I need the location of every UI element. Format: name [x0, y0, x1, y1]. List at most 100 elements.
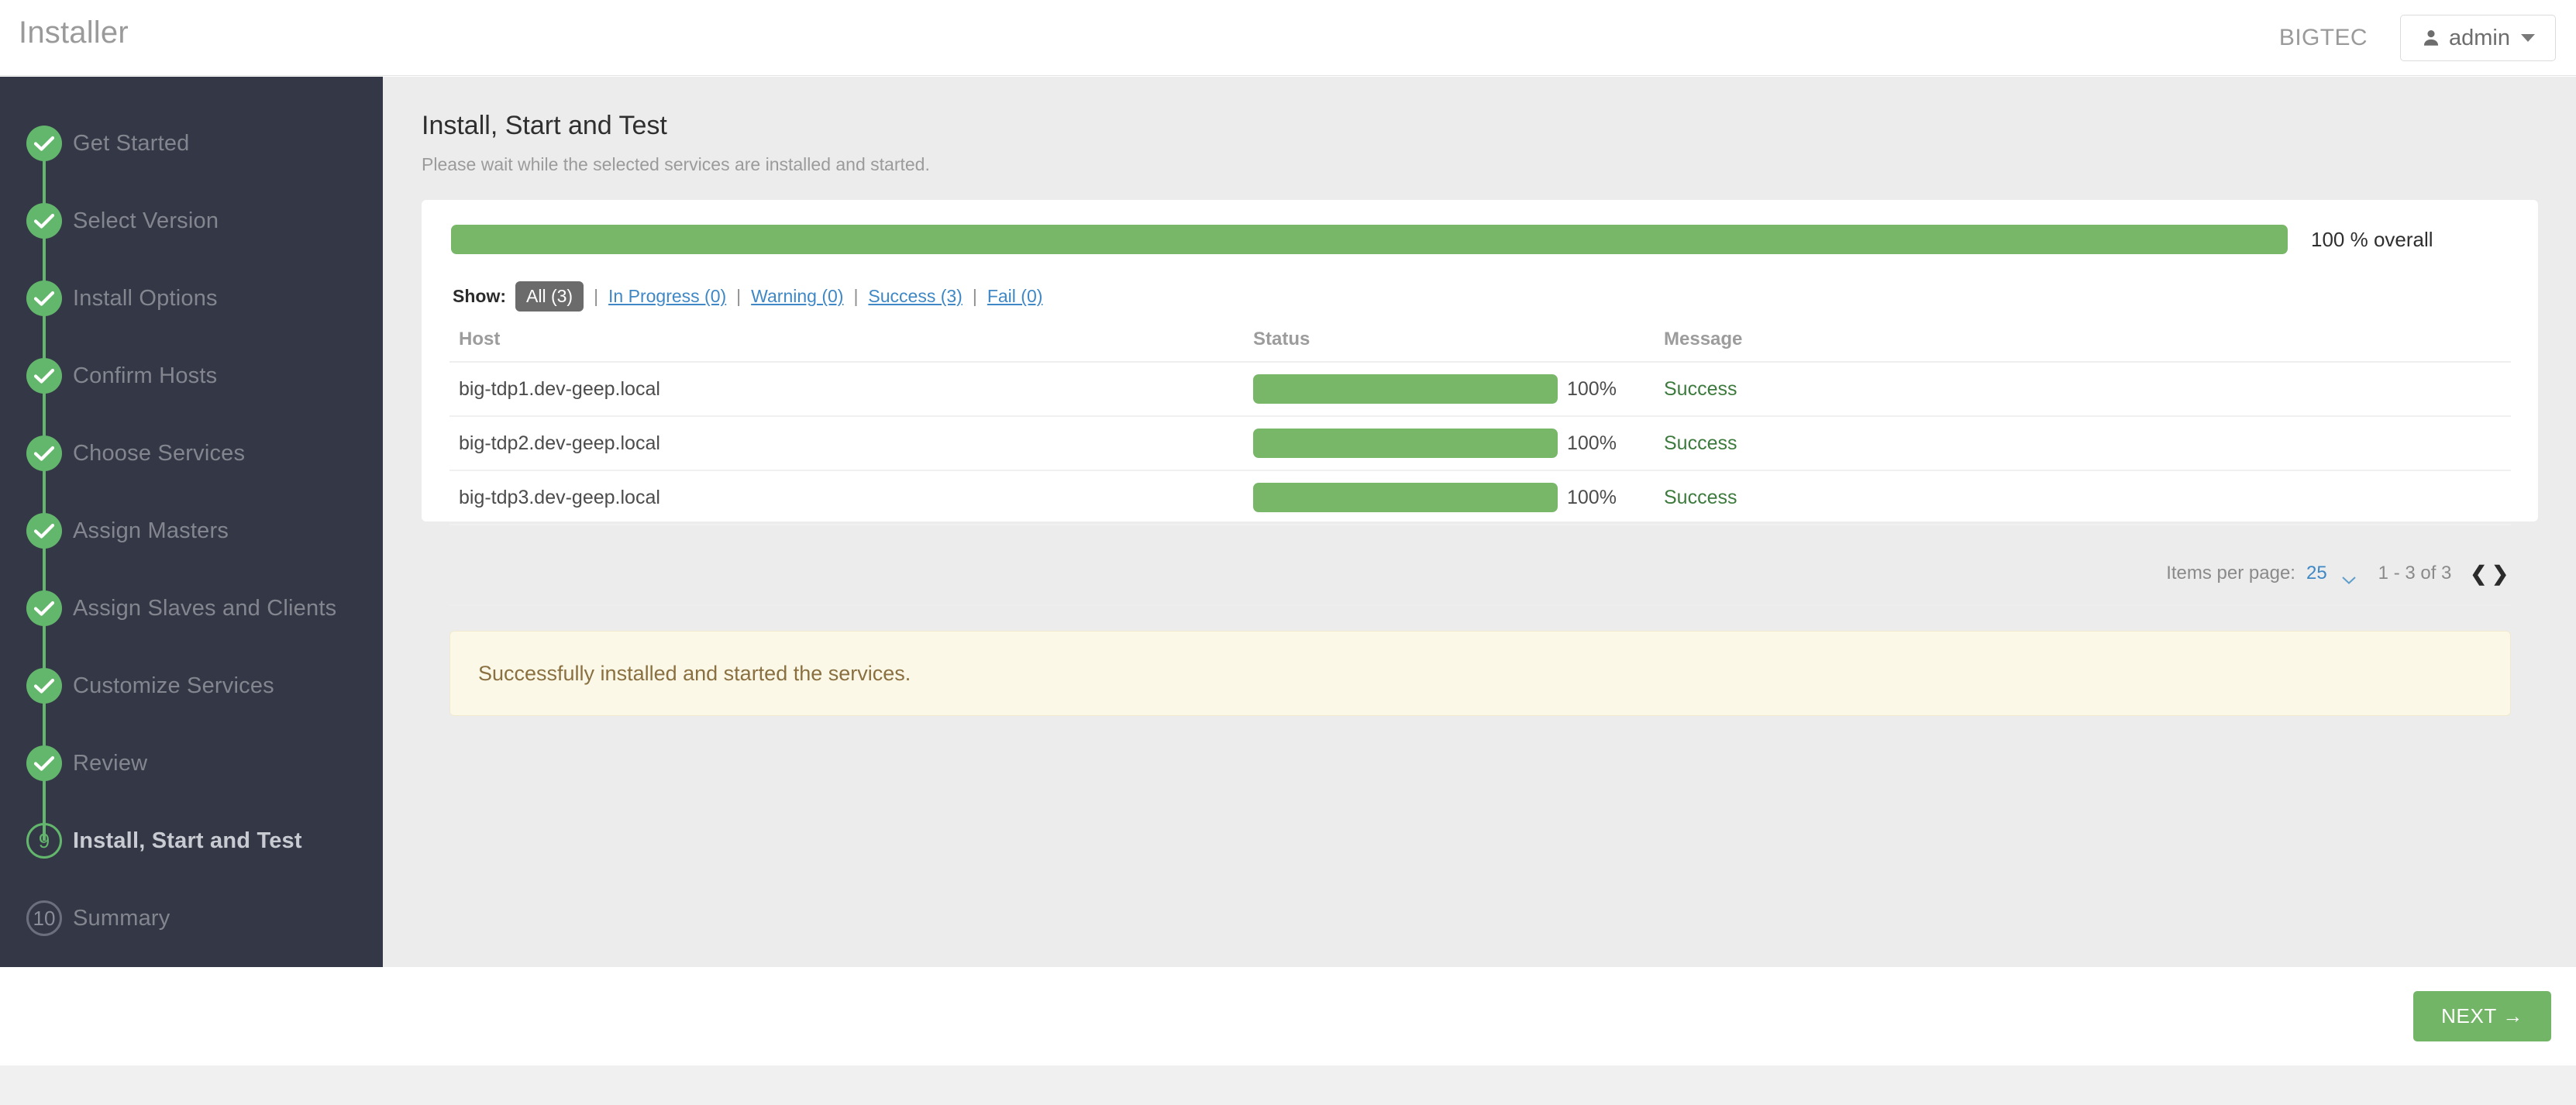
- sidebar-step-label: Install Options: [73, 285, 218, 311]
- app-title: Installer: [19, 15, 129, 50]
- sidebar-step-assign-slaves-and-clients[interactable]: Assign Slaves and Clients: [0, 570, 383, 686]
- header-right-group: BIGTEC admin: [2279, 0, 2556, 76]
- step-check-icon: [26, 590, 62, 626]
- filter-fail-0[interactable]: Fail (0): [987, 286, 1043, 307]
- cell-message: Success: [1664, 432, 1737, 454]
- cell-status: 100%: [1253, 483, 1664, 512]
- pager-arrow-group: ❮ ❯: [2470, 563, 2509, 583]
- step-check-icon: [26, 126, 62, 161]
- sidebar-step-label: Assign Masters: [73, 518, 229, 543]
- cell-status: 100%: [1253, 429, 1664, 458]
- column-header-message: Message: [1664, 329, 1743, 349]
- next-button[interactable]: NEXT →: [2413, 991, 2551, 1041]
- cell-message: Success: [1664, 486, 1737, 508]
- sidebar-step-customize-services[interactable]: Customize Services: [0, 647, 383, 763]
- sidebar-step-confirm-hosts[interactable]: Confirm Hosts: [0, 337, 383, 453]
- row-progress-bar: [1253, 374, 1558, 404]
- main-content: Install, Start and Test Please wait whil…: [383, 77, 2576, 967]
- cell-message: Success: [1664, 377, 1737, 400]
- filter-label: Show:: [453, 286, 506, 306]
- overall-progress-row: 100 % overall: [451, 223, 2509, 256]
- sidebar-step-label: Select Version: [73, 208, 219, 233]
- table-row: big-tdp3.dev-geep.local 100% Success: [449, 471, 2511, 525]
- wizard-sidebar: Get Started Select Version Install Options…: [0, 77, 383, 967]
- sidebar-step-label: Install, Start and Test: [73, 828, 302, 853]
- sidebar-step-install-options[interactable]: Install Options: [0, 260, 383, 376]
- sidebar-step-label: Summary: [73, 905, 170, 931]
- chevron-down-icon[interactable]: [2341, 569, 2357, 584]
- sidebar-step-summary[interactable]: 10 Summary: [0, 880, 383, 957]
- user-menu-label: admin: [2449, 25, 2510, 50]
- row-progress-fill: [1253, 429, 1558, 458]
- user-menu-button[interactable]: admin: [2400, 15, 2556, 61]
- items-per-page-label: Items per page:: [2166, 563, 2295, 583]
- step-check-icon: [26, 358, 62, 394]
- cell-host: big-tdp3.dev-geep.local: [459, 486, 660, 508]
- step-check-icon: [26, 435, 62, 471]
- filter-warning-0[interactable]: Warning (0): [751, 286, 843, 307]
- sidebar-step-label: Choose Services: [73, 440, 246, 466]
- row-progress-bar: [1253, 429, 1558, 458]
- step-check-icon: [26, 513, 62, 549]
- filter-all-3[interactable]: All (3): [515, 281, 584, 312]
- row-progress-bar: [1253, 483, 1558, 512]
- paginator: Items per page: 25 1 - 3 of 3 ❮ ❯: [2166, 563, 2509, 584]
- row-progress-fill: [1253, 374, 1558, 404]
- table-row: big-tdp1.dev-geep.local 100% Success: [449, 363, 2511, 417]
- step-check-icon: [26, 281, 62, 316]
- filter-separator: |: [853, 286, 859, 306]
- page-range-label: 1 - 3 of 3: [2378, 563, 2452, 583]
- cell-host: big-tdp1.dev-geep.local: [459, 377, 660, 400]
- items-per-page-value[interactable]: 25: [2306, 563, 2327, 584]
- row-progress-label: 100%: [1567, 432, 1617, 454]
- sidebar-step-install-start-and-test[interactable]: 9 Install, Start and Test: [0, 802, 383, 880]
- step-check-icon: [26, 203, 62, 239]
- sidebar-step-label: Assign Slaves and Clients: [73, 595, 337, 621]
- page-subtitle: Please wait while the selected services …: [422, 154, 930, 174]
- progress-card: 100 % overall Show: All (3) | In Progress …: [422, 200, 2538, 716]
- person-icon: [2421, 28, 2441, 48]
- sidebar-step-label: Confirm Hosts: [73, 363, 218, 388]
- step-check-icon: [26, 668, 62, 704]
- overall-progress-fill: [451, 225, 2288, 254]
- bottom-strip: [0, 1065, 2576, 1105]
- sidebar-step-label: Customize Services: [73, 673, 274, 698]
- success-notice: Successfully installed and started the s…: [449, 631, 2511, 716]
- cell-host: big-tdp2.dev-geep.local: [459, 432, 660, 454]
- app-header: Installer BIGTEC admin: [0, 0, 2576, 76]
- sidebar-step-label: Get Started: [73, 130, 190, 156]
- filter-separator: |: [736, 286, 742, 306]
- card-divider: [449, 604, 2511, 606]
- step-number: 9: [38, 829, 50, 852]
- sidebar-step-choose-services[interactable]: Choose Services: [0, 415, 383, 531]
- filter-in-progress-0[interactable]: In Progress (0): [608, 286, 726, 307]
- sidebar-step-label: Review: [73, 750, 148, 776]
- success-notice-text: Successfully installed and started the s…: [478, 661, 911, 685]
- filter-separator: |: [972, 286, 977, 306]
- filter-success-3[interactable]: Success (3): [868, 286, 962, 307]
- sidebar-step-select-version[interactable]: Select Version: [0, 182, 383, 298]
- table-row: big-tdp2.dev-geep.local 100% Success: [449, 417, 2511, 471]
- chevron-right-icon[interactable]: ❯: [2492, 563, 2509, 583]
- host-status-table: Host Status Message big-tdp1.dev-geep.lo…: [449, 318, 2511, 525]
- table-body: big-tdp1.dev-geep.local 100% Success big-td…: [449, 363, 2511, 525]
- step-number: 10: [33, 907, 56, 930]
- chevron-left-icon[interactable]: ❮: [2470, 563, 2487, 583]
- step-check-icon: [26, 745, 62, 781]
- row-progress-fill: [1253, 483, 1558, 512]
- table-header-row: Host Status Message: [449, 318, 2511, 363]
- overall-progress-bar: [451, 225, 2288, 254]
- status-filter-row: Show: All (3) | In Progress (0) | Warning (0…: [453, 281, 1042, 312]
- sidebar-step-get-started[interactable]: Get Started: [0, 105, 383, 221]
- column-header-host: Host: [459, 329, 501, 349]
- sidebar-step-review[interactable]: Review: [0, 725, 383, 841]
- brand-label: BIGTEC: [2278, 25, 2368, 50]
- step-number-badge: 10: [26, 900, 62, 936]
- overall-progress-label: 100 % overall: [2311, 227, 2433, 251]
- page-title: Install, Start and Test: [422, 111, 667, 140]
- cell-status: 100%: [1253, 374, 1664, 404]
- wizard-step-list: Get Started Select Version Install Options…: [0, 77, 383, 957]
- caret-down-icon: [2521, 34, 2535, 42]
- sidebar-step-assign-masters[interactable]: Assign Masters: [0, 492, 383, 608]
- installer-page: Installer BIGTEC admin Get Started Select…: [0, 0, 2576, 1105]
